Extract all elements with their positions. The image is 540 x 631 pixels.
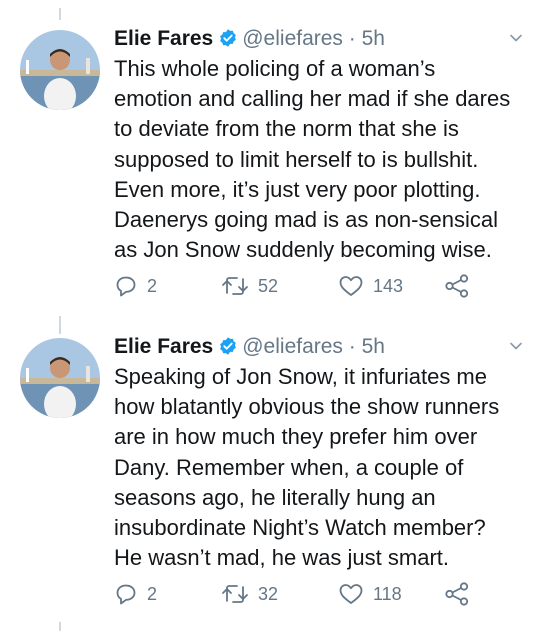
tweet-text-line: Even more, it’s just very poor plotting. xyxy=(114,176,481,202)
retweet-icon xyxy=(222,277,248,295)
verified-badge-icon xyxy=(218,28,238,55)
avatar[interactable] xyxy=(20,338,100,418)
author-name[interactable]: Elie Fares xyxy=(114,335,213,358)
reply-icon xyxy=(116,584,136,605)
tweet-text-line: to deviate from the norm that she is xyxy=(114,116,459,142)
thread-line-middle xyxy=(59,316,61,334)
retweet-icon xyxy=(222,585,248,603)
share-button[interactable] xyxy=(444,271,479,301)
tweet-text: This whole policing of a woman’s emotion… xyxy=(114,54,534,265)
tweet[interactable]: Elie Fares @eliefares · 5h Speaking of Jo… xyxy=(0,334,540,624)
tweet-text-line: as Jon Snow suddenly becoming wise. xyxy=(114,237,492,263)
thread-line-top xyxy=(59,8,61,20)
author-handle[interactable]: @eliefares xyxy=(242,335,343,358)
tweet-header: Elie Fares @eliefares · 5h xyxy=(114,26,385,52)
reply-button[interactable]: 2 xyxy=(114,579,157,609)
like-count: 143 xyxy=(373,275,404,296)
like-button[interactable]: 143 xyxy=(338,271,403,301)
tweet-text-line: seasons ago, he literally hung an xyxy=(114,484,436,510)
share-icon xyxy=(445,582,469,606)
tweet-text-line: are in how much they prefer him over xyxy=(114,424,478,450)
tweet[interactable]: Elie Fares @eliefares · 5h This whole pol… xyxy=(0,26,540,316)
tweet-text-line: how blatantly obvious the show runners xyxy=(114,394,500,420)
separator-dot: · xyxy=(348,335,356,358)
tweet-actions: 2 52 143 xyxy=(114,271,514,301)
share-icon xyxy=(445,274,469,298)
share-button[interactable] xyxy=(444,579,479,609)
reply-count: 2 xyxy=(147,583,158,604)
retweet-button[interactable]: 32 xyxy=(221,579,278,609)
tweet-text-line: insubordinate Night’s Watch member? xyxy=(114,515,486,541)
tweet-header: Elie Fares @eliefares · 5h xyxy=(114,334,385,360)
chevron-down-icon[interactable] xyxy=(508,338,524,359)
tweet-text: Speaking of Jon Snow, it infuriates me h… xyxy=(114,362,534,573)
reply-icon xyxy=(116,276,136,297)
retweet-button[interactable]: 52 xyxy=(221,271,278,301)
timestamp[interactable]: 5h xyxy=(362,335,385,358)
heart-icon xyxy=(339,584,363,604)
retweet-count: 52 xyxy=(258,275,279,296)
author-name[interactable]: Elie Fares xyxy=(114,27,213,50)
verified-badge-icon xyxy=(218,336,238,363)
tweet-text-line: He wasn’t mad, he was just smart. xyxy=(114,545,450,571)
separator-dot: · xyxy=(348,27,356,50)
author-handle[interactable]: @eliefares xyxy=(242,27,343,50)
tweet-text-line: Daenerys going mad is as non-sensical xyxy=(114,207,498,233)
tweet-text-line: This whole policing of a woman’s xyxy=(114,56,436,81)
reply-button[interactable]: 2 xyxy=(114,271,157,301)
tweet-text-line: supposed to limit herself to is bullshit… xyxy=(114,146,479,172)
reply-count: 2 xyxy=(147,275,158,296)
timestamp[interactable]: 5h xyxy=(362,27,385,50)
tweet-actions: 2 32 118 xyxy=(114,579,514,609)
like-count: 118 xyxy=(373,583,402,604)
tweet-text-line: Speaking of Jon Snow, it infuriates me xyxy=(114,364,487,389)
like-button[interactable]: 118 xyxy=(338,579,402,609)
retweet-count: 32 xyxy=(258,583,279,604)
chevron-down-icon[interactable] xyxy=(508,30,524,51)
tweet-text-line: Dany. Remember when, a couple of xyxy=(114,454,464,480)
heart-icon xyxy=(339,276,363,296)
avatar[interactable] xyxy=(20,30,100,110)
tweet-text-line: emotion and calling her mad if she dares xyxy=(114,86,511,112)
